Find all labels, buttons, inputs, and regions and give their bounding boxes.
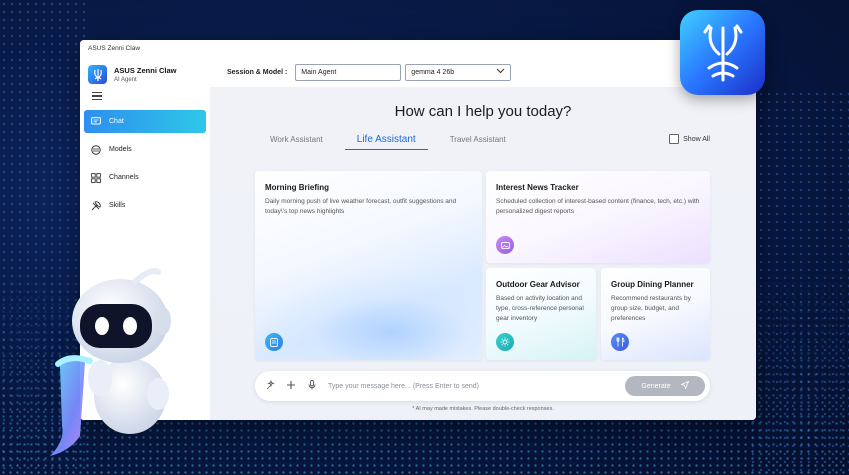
assistant-tabs: Work Assistant Life Assistant Travel Ass… [270,134,540,150]
image-icon [496,236,514,254]
disclaimer: * AI may made mistakes. Please double-ch… [412,406,554,412]
main-panel: Session & Model : Main Agent gemma 4 26b… [210,57,756,420]
card-decoration [255,270,482,360]
app-logo-icon [680,10,765,95]
channels-icon [91,172,101,183]
card-description: Recommend restaurants by group size, bud… [611,295,691,322]
chevron-down-icon [496,68,505,76]
show-all-toggle[interactable]: Show All [669,134,710,144]
sparkle-icon[interactable] [265,379,275,393]
tab-travel-assistant[interactable]: Travel Assistant [450,135,506,150]
brand: ASUS Zenni Claw AI Agent [80,57,210,84]
sidebar-item-label: Chat [109,118,124,125]
show-all-checkbox[interactable] [669,134,680,144]
document-icon [265,333,283,351]
sidebar-item-chat[interactable]: Chat [84,110,206,133]
background-dots-right [749,90,849,475]
sun-icon [496,333,514,351]
card-title: Morning Briefing [265,183,329,192]
brand-name: ASUS Zenni Claw [114,66,177,75]
card-outdoor-gear-advisor[interactable]: Outdoor Gear Advisor Based on activity l… [486,268,596,360]
card-title: Interest News Tracker [496,183,579,192]
sidebar-item-label: Models [109,146,132,153]
microphone-icon[interactable] [307,379,317,393]
content-area: How can I help you today? Work Assistant… [210,87,756,420]
window-title: ASUS Zenni Claw [80,40,756,57]
card-group-dining-planner[interactable]: Group Dining Planner Recommend restauran… [601,268,710,360]
sidebar-item-skills[interactable]: Skills [84,194,206,217]
generate-button[interactable]: Generate [625,376,705,396]
card-interest-news-tracker[interactable]: Interest News Tracker Scheduled collecti… [486,171,710,263]
skills-icon [91,200,101,211]
sidebar-nav: Chat Models Channels Skills [80,110,210,217]
page-title: How can I help you today? [394,103,572,120]
sidebar-item-label: Channels [109,174,139,181]
message-input[interactable]: Type your message here... (Press Enter t… [328,383,625,390]
chat-icon [91,117,101,127]
add-icon[interactable] [286,380,296,393]
session-bar: Session & Model : Main Agent gemma 4 26b [210,57,756,87]
message-composer: Type your message here... (Press Enter t… [255,371,710,401]
agent-value: Main Agent [301,68,337,76]
models-icon [91,144,101,155]
agent-input[interactable]: Main Agent [295,63,402,81]
card-description: Scheduled collection of interest-based c… [496,198,700,215]
card-title: Outdoor Gear Advisor [496,280,580,289]
card-description: Daily morning push of live weather forec… [265,198,457,215]
sidebar-item-label: Skills [109,202,126,209]
model-select[interactable]: gemma 4 26b [405,63,512,81]
utensils-icon [611,333,629,351]
robot-mascot [40,266,185,466]
menu-toggle-icon[interactable] [92,92,102,100]
sidebar-item-channels[interactable]: Channels [84,166,206,189]
sidebar-item-models[interactable]: Models [84,138,206,161]
card-title: Group Dining Planner [611,280,694,289]
send-icon [679,380,689,391]
model-value: gemma 4 26b [411,68,455,76]
tab-work-assistant[interactable]: Work Assistant [270,135,323,150]
brand-subtitle: AI Agent [114,77,137,83]
tab-life-assistant[interactable]: Life Assistant [344,134,428,150]
card-description: Based on activity location and type, cro… [496,295,584,322]
session-label: Session & Model : [227,68,288,76]
card-morning-briefing[interactable]: Morning Briefing Daily morning push of l… [255,171,482,360]
generate-label: Generate [641,382,671,390]
show-all-label: Show All [683,135,710,143]
brand-logo-icon [88,65,107,84]
